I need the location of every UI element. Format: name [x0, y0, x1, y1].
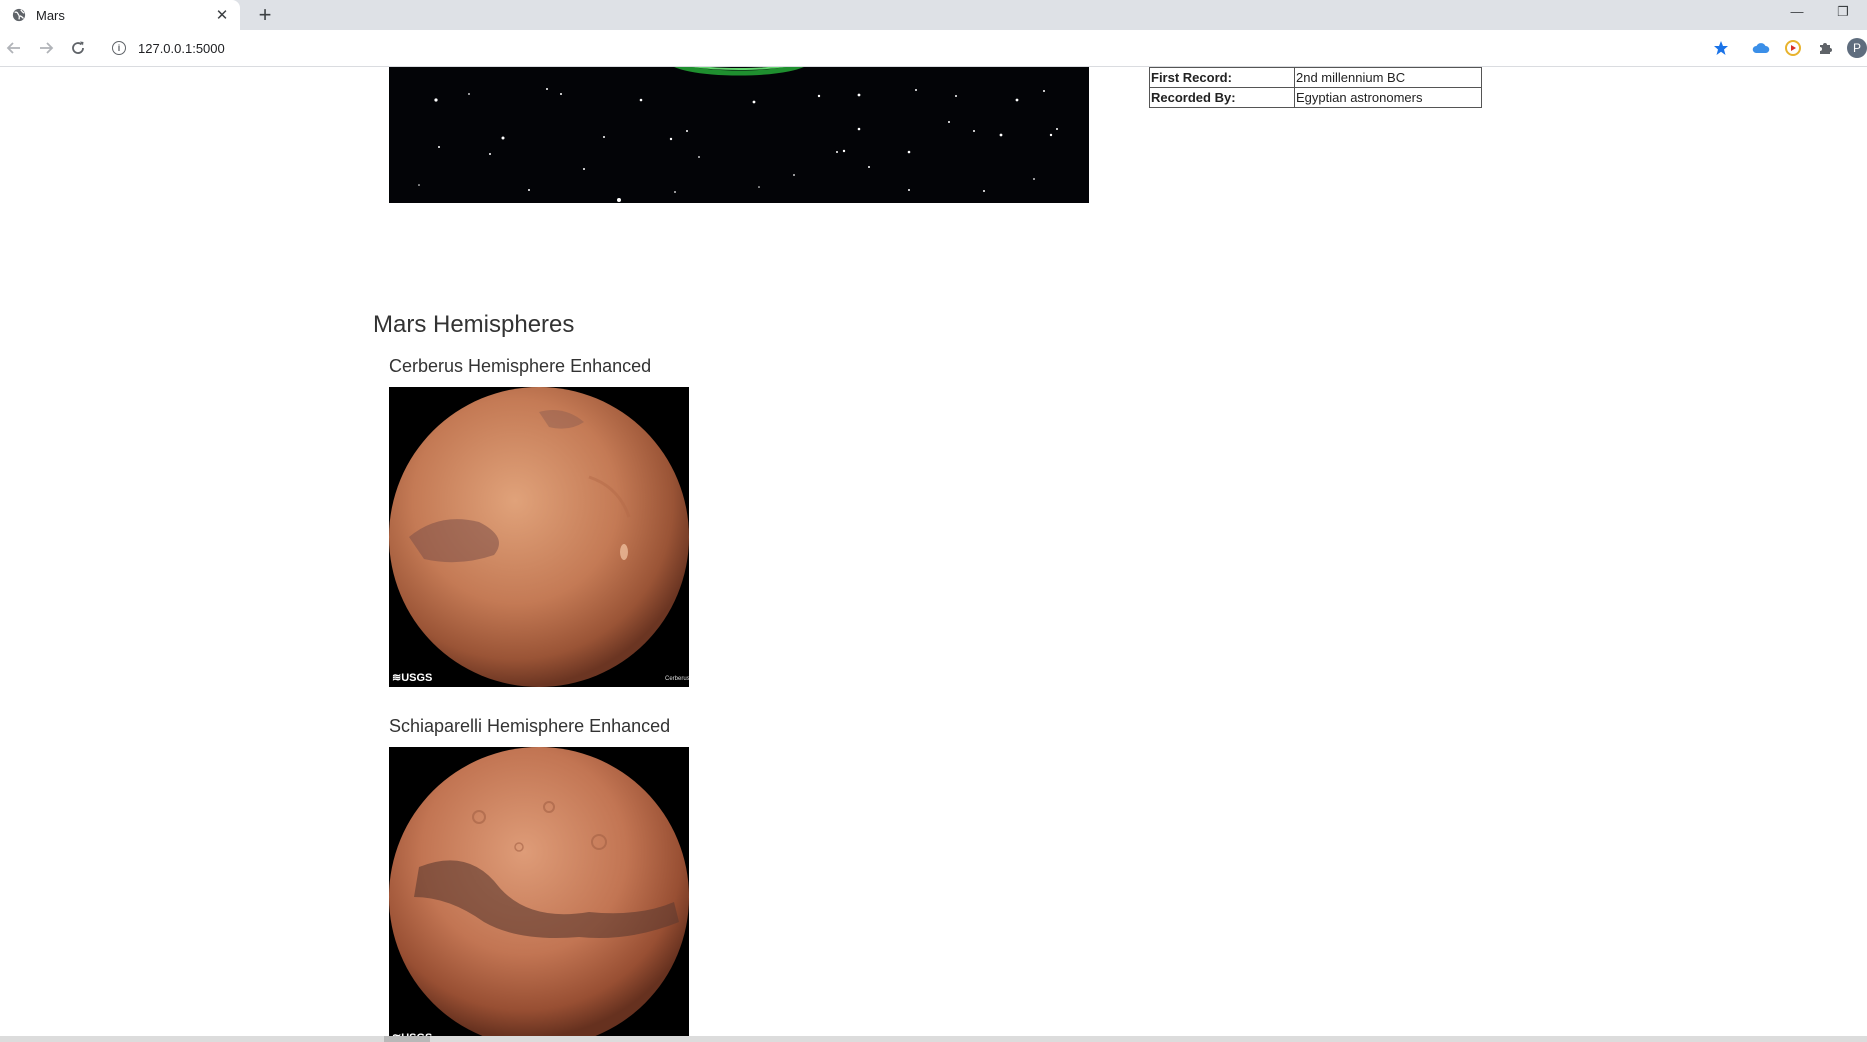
schiaparelli-hemisphere-image[interactable]: ≋USGS — [389, 747, 689, 1036]
minimize-button[interactable]: — — [1774, 0, 1820, 30]
browser-toolbar: i 127.0.0.1:5000 P — [0, 30, 1867, 67]
back-arrow-icon — [6, 42, 20, 54]
extensions-button[interactable] — [1815, 38, 1835, 58]
horizontal-scrollbar[interactable] — [0, 1036, 1867, 1042]
bookmark-star-icon[interactable] — [1711, 38, 1731, 58]
cerberus-hemisphere-image[interactable]: ≋USGS Cerberus — [389, 387, 689, 687]
hemisphere-title-schiaparelli: Schiaparelli Hemisphere Enhanced — [389, 716, 671, 736]
globe-icon — [12, 8, 26, 22]
address-bar[interactable]: i 127.0.0.1:5000 — [102, 34, 1742, 62]
cloud-icon — [1752, 43, 1770, 53]
mars-facts-table: First Record: 2nd millennium BC Recorded… — [1149, 67, 1482, 108]
info-icon[interactable]: i — [112, 41, 126, 55]
forward-button[interactable] — [34, 36, 58, 60]
scrollbar-thumb[interactable] — [384, 1036, 430, 1042]
play-extension-icon[interactable] — [1783, 38, 1803, 58]
tab-title: Mars — [36, 7, 65, 23]
page-viewport: First Record: 2nd millennium BC Recorded… — [0, 67, 1867, 1036]
new-tab-button[interactable]: + — [252, 2, 278, 28]
puzzle-icon — [1820, 43, 1832, 54]
close-tab-icon[interactable]: ✕ — [212, 8, 232, 23]
star-icon — [1714, 41, 1728, 55]
reload-icon — [72, 41, 84, 54]
fact-label: Recorded By: — [1149, 87, 1295, 108]
cloud-extension-icon[interactable] — [1751, 38, 1771, 58]
play-circle-icon — [1785, 40, 1801, 56]
fact-label: First Record: — [1149, 67, 1295, 88]
forward-arrow-icon — [40, 42, 54, 54]
reload-button[interactable] — [66, 36, 90, 60]
profile-avatar[interactable]: P — [1847, 38, 1867, 58]
url-text[interactable]: 127.0.0.1:5000 — [138, 41, 225, 56]
table-row: First Record: 2nd millennium BC — [1149, 67, 1482, 88]
usgs-logo: ≋USGS — [392, 672, 432, 684]
hemispheres-section-title: Mars Hemispheres — [373, 311, 575, 338]
back-button[interactable] — [2, 36, 26, 60]
hemisphere-title-cerberus: Cerberus Hemisphere Enhanced — [389, 356, 652, 376]
table-row: Recorded By: Egyptian astronomers — [1149, 87, 1482, 108]
featured-space-image — [389, 67, 1089, 203]
fact-value: 2nd millennium BC — [1294, 67, 1482, 88]
active-tab[interactable]: Mars ✕ — [0, 0, 240, 30]
mars-globe-illustration: ≋USGS — [389, 747, 689, 1036]
fact-value: Egyptian astronomers — [1294, 87, 1482, 108]
image-caption: Cerberus — [665, 676, 689, 682]
restore-button[interactable]: ❐ — [1820, 0, 1866, 30]
tab-strip: Mars ✕ + — ❐ — [0, 0, 1867, 30]
space-stars-illustration — [418, 67, 1058, 202]
mars-globe-illustration: ≋USGS Cerberus — [389, 387, 689, 687]
